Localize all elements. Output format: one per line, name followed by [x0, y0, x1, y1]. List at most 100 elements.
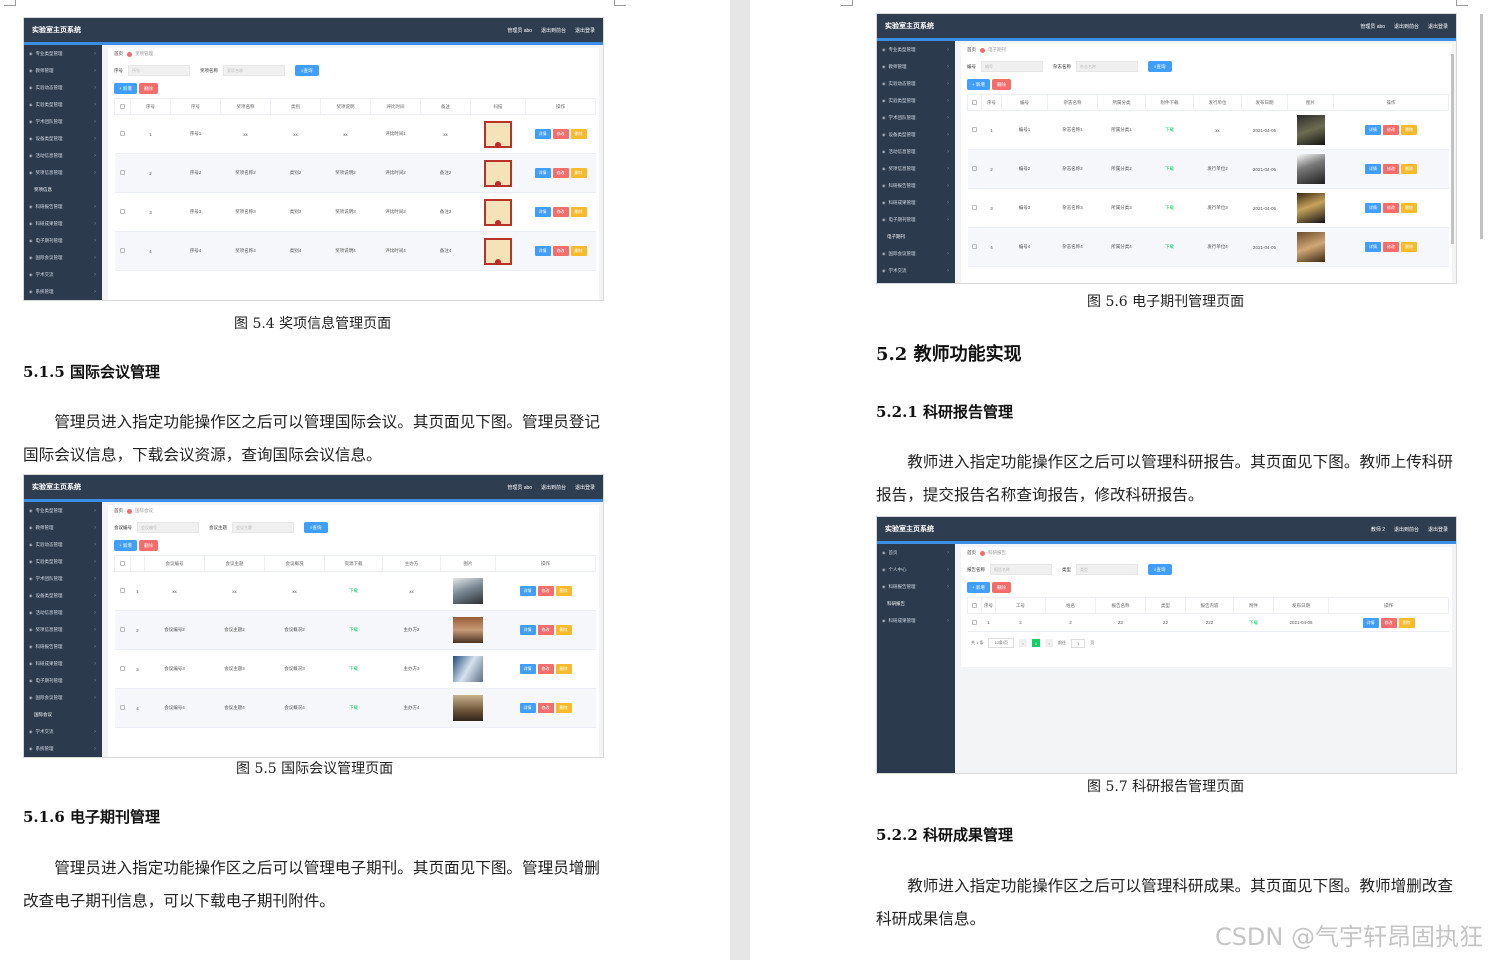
column-header[interactable]: 会议编号	[144, 555, 205, 572]
sidebar-item[interactable]: 科研报告管理	[24, 638, 102, 655]
edit-button[interactable]: 修改	[1383, 164, 1399, 174]
sidebar-item[interactable]: 学术交流	[24, 723, 102, 740]
sidebar-item[interactable]: 科研报告管理	[877, 578, 955, 595]
download-link[interactable]: 下载	[1145, 227, 1194, 267]
sidebar-item[interactable]: 专业类型管理	[877, 41, 955, 58]
sidebar-item[interactable]: 电子期刊管理	[24, 232, 102, 249]
column-header[interactable]	[114, 555, 131, 572]
detail-button[interactable]: 详情	[519, 625, 536, 635]
scrollbar[interactable]	[1451, 54, 1454, 244]
sidebar-item[interactable]: 科研成果管理	[877, 194, 955, 211]
add-button[interactable]: + 新增	[967, 582, 990, 593]
edit-button[interactable]: 修改	[552, 129, 569, 139]
goto-front-link[interactable]: 退出到前台	[541, 28, 566, 34]
search-input[interactable]: 会议主题	[232, 522, 294, 533]
column-header[interactable]	[130, 555, 145, 572]
column-header[interactable]: 操作	[1328, 597, 1449, 614]
search-button[interactable]: ⌕ 查询	[1148, 61, 1172, 72]
goto-front-link[interactable]: 退出到前台	[1394, 527, 1419, 533]
column-header[interactable]: 序号	[130, 98, 171, 115]
column-header[interactable]: 类别	[270, 98, 321, 115]
row-checkbox[interactable]	[120, 209, 125, 214]
row-delete-button[interactable]: 删除	[1401, 164, 1417, 174]
sidebar-item[interactable]: 实验动态管理	[24, 536, 102, 553]
column-header[interactable]: 姓名	[1045, 597, 1096, 614]
prev-page-button[interactable]: ‹	[1019, 639, 1028, 647]
edit-button[interactable]: 修改	[1383, 203, 1399, 213]
page-scrollbar[interactable]	[1480, 14, 1483, 239]
goto-page-input[interactable]: 1	[1071, 638, 1086, 648]
detail-button[interactable]: 详情	[534, 168, 551, 178]
download-link[interactable]: 下载	[324, 688, 383, 728]
row-checkbox[interactable]	[972, 205, 977, 210]
sidebar-item[interactable]: 电子期刊管理	[877, 211, 955, 228]
column-header[interactable]: 附件下载	[1145, 94, 1194, 111]
search-input[interactable]: 杂志名称	[1076, 61, 1138, 72]
sidebar-item[interactable]: 实验动态管理	[24, 79, 102, 96]
edit-button[interactable]: 修改	[552, 207, 569, 217]
row-delete-button[interactable]: 删除	[1401, 203, 1417, 213]
row-delete-button[interactable]: 删除	[1401, 242, 1417, 252]
edit-button[interactable]: 修改	[1383, 125, 1399, 135]
column-header[interactable]: 资源下载	[324, 555, 383, 572]
column-header[interactable]: 扫描	[470, 98, 526, 115]
row-checkbox[interactable]	[120, 666, 125, 671]
detail-button[interactable]: 详情	[519, 703, 536, 713]
table-row[interactable]: 1 xx xx xx 下载 xx 详情 修改 删除	[114, 571, 596, 611]
table-row[interactable]: 3 编号3 杂志名称3 所属分类3 下载 发行单位3 2021-04-05 详情 修改 删除	[967, 188, 1449, 228]
select-all-checkbox[interactable]	[972, 99, 977, 105]
edit-button[interactable]: 修改	[552, 168, 569, 178]
detail-button[interactable]: 详情	[534, 207, 551, 217]
row-checkbox[interactable]	[972, 166, 977, 171]
sidebar-item[interactable]: 电子期刊管理	[24, 672, 102, 689]
column-header[interactable]: 操作	[1333, 94, 1449, 111]
column-header[interactable]: 附件	[1233, 597, 1274, 614]
crumb-home[interactable]: 首页	[967, 47, 976, 53]
column-header[interactable]: 报告内容	[1185, 597, 1234, 614]
table-row[interactable]: 1 编号1 杂志名称1 所属分类1 下载 xx 2021-04-05 详情 修改 删除	[967, 110, 1449, 150]
table-row[interactable]: 4 会议编号4 会议主题4 会议概况4 下载 主办方4 详情 修改 删除	[114, 688, 596, 728]
column-header[interactable]: 奖项名称	[220, 98, 271, 115]
edit-button[interactable]: 修改	[537, 664, 554, 674]
crumb-home[interactable]: 首页	[114, 51, 123, 57]
sidebar-item[interactable]: 学术团队管理	[877, 109, 955, 126]
detail-button[interactable]: 详情	[1365, 242, 1381, 252]
search-input[interactable]: 编号	[981, 61, 1043, 72]
table-row[interactable]: 2 序号2 奖项名称2 类别2 奖项说明2 评比时间2 备注2 详情 修改 删除	[114, 153, 596, 193]
sidebar-item[interactable]: 科研报告管理	[24, 198, 102, 215]
column-header[interactable]: 会议概况	[264, 555, 325, 572]
row-checkbox[interactable]	[120, 131, 125, 136]
edit-button[interactable]: 修改	[1383, 242, 1399, 252]
next-page-button[interactable]: ›	[1045, 639, 1054, 647]
select-all-checkbox[interactable]	[120, 103, 125, 109]
row-delete-button[interactable]: 删除	[570, 129, 587, 139]
sidebar-item[interactable]: 国际会议管理	[24, 249, 102, 266]
column-header[interactable]: 序号	[981, 597, 996, 614]
sidebar-item[interactable]: 设备类型管理	[24, 130, 102, 147]
sidebar-item[interactable]: 奖项信息	[24, 181, 102, 198]
add-button[interactable]: + 新增	[114, 540, 137, 551]
sidebar-item[interactable]: 科研成果管理	[24, 215, 102, 232]
edit-button[interactable]: 修改	[537, 625, 554, 635]
sidebar-item[interactable]: 科研成果管理	[24, 655, 102, 672]
sidebar-item[interactable]: 实验动态管理	[877, 75, 955, 92]
logout-link[interactable]: 退出登录	[1428, 527, 1448, 533]
crumb-home[interactable]: 首页	[114, 508, 123, 514]
sidebar-item[interactable]: 实验类型管理	[24, 553, 102, 570]
table-row[interactable]: 2 编号2 杂志名称2 所属分类2 下载 发行单位2 2021-04-05 详情 修改 删除	[967, 149, 1449, 189]
row-checkbox[interactable]	[120, 627, 125, 632]
row-checkbox[interactable]	[120, 170, 125, 175]
sidebar-item[interactable]: 实验类型管理	[24, 96, 102, 113]
sidebar-item[interactable]: 专业类型管理	[24, 502, 102, 519]
search-button[interactable]: ⌕ 查询	[304, 522, 328, 533]
row-checkbox[interactable]	[120, 588, 125, 593]
sidebar-item[interactable]: 教师管理	[24, 519, 102, 536]
row-delete-button[interactable]: 删除	[1401, 125, 1417, 135]
table-row[interactable]: 4 编号4 杂志名称4 所属分类4 下载 发行单位4 2021-04-05 详情 修改 删除	[967, 227, 1449, 267]
column-header[interactable]: 评比时间	[370, 98, 421, 115]
delete-button[interactable]: 删除	[138, 540, 158, 551]
sidebar-item[interactable]: 国际会议管理	[877, 245, 955, 262]
column-header[interactable]: 发布日期	[1273, 597, 1329, 614]
download-link[interactable]: 下载	[1233, 613, 1274, 632]
delete-button[interactable]: 删除	[991, 79, 1011, 90]
